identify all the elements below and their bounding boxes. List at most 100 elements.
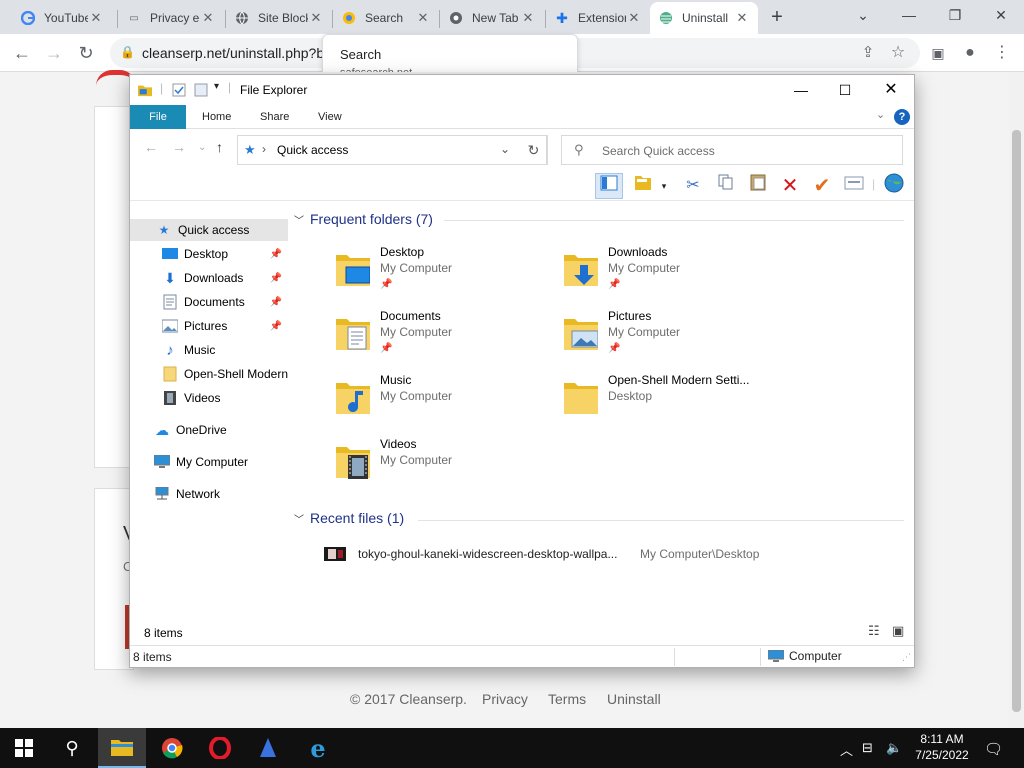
start-button[interactable] [0, 728, 48, 768]
up-arrow-icon[interactable]: ↑ [216, 139, 223, 155]
sidebar-item-open-shell[interactable]: Open-Shell Modern [130, 363, 288, 385]
folder-tile-open-shell[interactable]: Open-Shell Modern Setti... Desktop [560, 373, 780, 429]
internet-explorer-taskbar-icon[interactable]: e [294, 728, 342, 768]
tab-uninstall[interactable]: Uninstall ✕ [650, 2, 758, 34]
sidebar-item-desktop[interactable]: Desktop 📌 [130, 243, 288, 265]
restore-button[interactable]: ❐ [932, 0, 978, 30]
view-folder-icon[interactable] [632, 173, 660, 199]
tab-share[interactable]: Share [246, 105, 303, 129]
maximize-button[interactable]: ☐ [822, 75, 868, 105]
footer-link-uninstall[interactable]: Uninstall [607, 691, 661, 707]
close-icon[interactable]: ✕ [200, 10, 216, 26]
folder-tile-desktop[interactable]: Desktop My Computer 📌 [332, 245, 552, 301]
refresh-button[interactable]: ↻ [520, 135, 548, 165]
sidebar-item-music[interactable]: ♪ Music [130, 339, 288, 361]
back-arrow-icon[interactable]: ← [144, 139, 158, 155]
folder-tile-pictures[interactable]: Pictures My Computer 📌 [560, 309, 780, 365]
sidebar-item-my-computer[interactable]: My Computer [130, 451, 288, 473]
tab-search-dropdown-icon[interactable]: ⌄ [840, 0, 886, 30]
navigation-pane-icon[interactable] [595, 173, 623, 199]
tab-new-tab[interactable]: New Tab ✕ [440, 2, 544, 34]
group-header-recent[interactable]: ﹀ Recent files (1) [294, 510, 404, 526]
address-bar[interactable]: ★ › Quick access ⌄ [237, 135, 547, 165]
profile-avatar-icon[interactable]: ● [956, 39, 984, 67]
forward-button[interactable]: → [40, 39, 68, 67]
status-item-count: 8 items [133, 650, 172, 664]
close-window-button[interactable]: ✕ [978, 0, 1024, 30]
footer-link-privacy[interactable]: Privacy [482, 691, 528, 707]
volume-icon[interactable]: 🔈 [886, 740, 902, 756]
large-icons-view-icon[interactable]: ▣ [892, 623, 904, 639]
network-status-icon[interactable]: ⊟ [862, 740, 873, 756]
menu-kebab-icon[interactable]: ⋮ [988, 39, 1016, 67]
new-tab-button[interactable]: + [766, 6, 788, 28]
internet-globe-icon[interactable] [880, 173, 908, 199]
cut-icon[interactable]: ✂ [679, 173, 707, 199]
close-icon[interactable]: ✕ [520, 10, 536, 26]
recent-locations-icon[interactable]: ⌄ [198, 142, 206, 153]
recent-file-row[interactable]: tokyo-ghoul-kaneki-widescreen-desktop-wa… [324, 545, 759, 563]
sidebar-item-onedrive[interactable]: ☁ OneDrive [130, 419, 288, 441]
details-view-icon[interactable]: ☷ [868, 623, 880, 639]
tab-extensions[interactable]: ✚ Extensions ✕ [546, 2, 650, 34]
qat-dropdown-icon[interactable]: ▾ [214, 81, 219, 92]
back-button[interactable]: ← [8, 39, 36, 67]
ribbon-expand-icon[interactable]: ⌄ [876, 108, 885, 121]
sidebar-item-videos[interactable]: Videos [130, 387, 288, 409]
sidebar-item-downloads[interactable]: ⬇ Downloads 📌 [130, 267, 288, 289]
chrome-taskbar-icon[interactable] [148, 728, 196, 768]
tab-home[interactable]: Home [188, 105, 245, 129]
close-icon[interactable]: ✕ [626, 10, 642, 26]
tab-search[interactable]: Search ✕ [333, 2, 439, 34]
properties-check-icon[interactable]: ✔ [808, 173, 836, 199]
system-clock[interactable]: 8:11 AM 7/25/2022 [912, 731, 972, 763]
close-button[interactable]: ✕ [868, 75, 914, 105]
tab-view[interactable]: View [304, 105, 356, 129]
close-icon[interactable]: ✕ [308, 10, 324, 26]
search-input[interactable]: ⚲ Search Quick access [561, 135, 903, 165]
network-icon [154, 486, 170, 502]
share-icon[interactable]: ⇪ [854, 39, 882, 67]
new-folder-icon[interactable] [194, 83, 208, 97]
search-icon[interactable]: ⚲ [48, 728, 96, 768]
sidebar-item-quick-access[interactable]: ★ Quick access [130, 219, 288, 241]
notification-icon[interactable]: 🗨 [984, 740, 1003, 758]
sidebar-item-pictures[interactable]: Pictures 📌 [130, 315, 288, 337]
tab-file[interactable]: File [130, 105, 186, 129]
side-panel-icon[interactable]: ▣ [924, 39, 952, 67]
file-explorer-taskbar-icon[interactable] [98, 728, 146, 768]
view-dropdown-icon[interactable]: ▾ [658, 173, 670, 199]
opera-taskbar-icon[interactable] [196, 728, 244, 768]
close-icon[interactable]: ✕ [415, 10, 431, 26]
app-taskbar-icon[interactable] [244, 728, 292, 768]
paste-icon[interactable] [744, 173, 772, 199]
reload-button[interactable]: ↻ [72, 39, 100, 67]
address-dropdown-icon[interactable]: ⌄ [500, 142, 510, 156]
tab-privacy-error[interactable]: ▭ Privacy error ✕ [118, 2, 224, 34]
tab-site-blocked[interactable]: Site Blocked ✕ [226, 2, 332, 34]
bookmark-star-icon[interactable]: ☆ [884, 39, 912, 67]
minimize-button[interactable]: — [886, 0, 932, 30]
page-scrollbar-thumb[interactable] [1012, 130, 1021, 712]
delete-icon[interactable]: ✕ [776, 173, 804, 199]
close-icon[interactable]: ✕ [734, 10, 750, 26]
folder-tile-downloads[interactable]: Downloads My Computer 📌 [560, 245, 780, 301]
show-hidden-icons-icon[interactable]: ︿ [840, 740, 853, 759]
folder-tile-videos[interactable]: Videos My Computer [332, 437, 552, 493]
close-icon[interactable]: ✕ [88, 10, 104, 26]
footer-link-terms[interactable]: Terms [548, 691, 586, 707]
sidebar-item-documents[interactable]: Documents 📌 [130, 291, 288, 313]
group-header-frequent[interactable]: ﹀ Frequent folders (7) [294, 211, 433, 227]
minimize-button[interactable]: — [778, 75, 824, 105]
resize-grip-icon[interactable]: ⋰ [902, 652, 911, 663]
forward-arrow-icon[interactable]: → [172, 139, 186, 155]
breadcrumb-chevron-icon[interactable]: › [262, 142, 266, 156]
tab-youtube[interactable]: YouTube ✕ [12, 2, 112, 34]
properties-icon[interactable] [172, 83, 186, 97]
sidebar-item-network[interactable]: Network [130, 483, 288, 505]
folder-tile-music[interactable]: Music My Computer [332, 373, 552, 429]
email-icon[interactable] [840, 173, 868, 199]
folder-tile-documents[interactable]: Documents My Computer 📌 [332, 309, 552, 365]
help-icon[interactable]: ? [894, 109, 910, 125]
copy-icon[interactable] [712, 173, 740, 199]
